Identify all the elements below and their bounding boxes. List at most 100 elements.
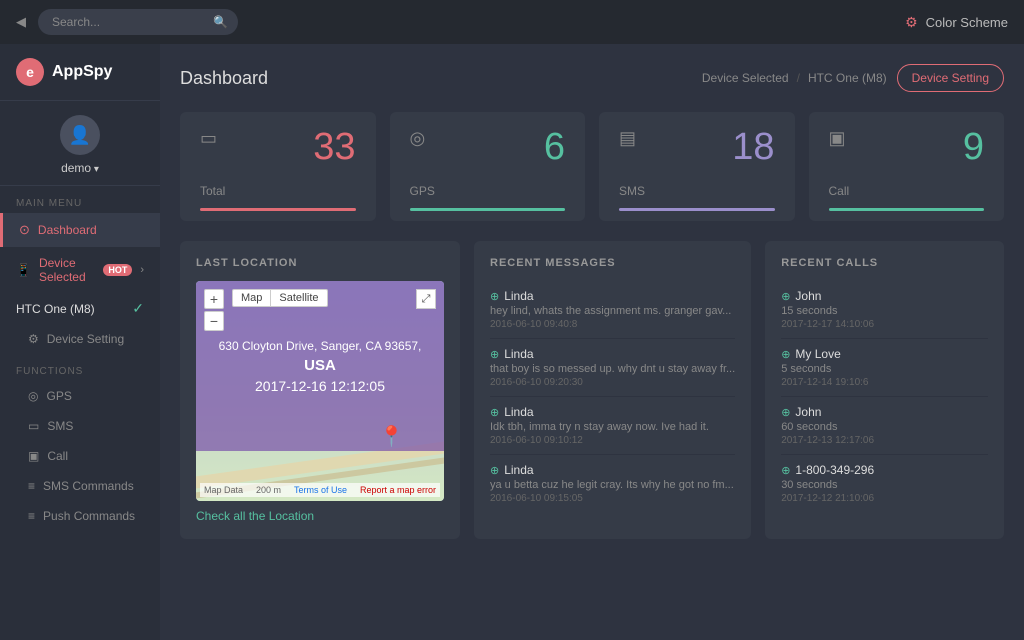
sidebar-push-commands-label: Push Commands [43, 509, 135, 523]
stat-total-value: 33 [313, 128, 355, 166]
map-fullscreen-button[interactable]: ⤢ [416, 289, 436, 309]
stat-call-label: Call [829, 184, 985, 198]
msg-sender-name-2: Linda [504, 405, 533, 419]
call-contact-icon-3: ⊕ [781, 464, 790, 477]
call-item-1: ⊕ My Love 5 seconds 2017-12-14 19:10:6 [781, 339, 988, 397]
map-datetime: 2017-12-16 12:12:05 [255, 378, 385, 394]
stat-gps-value: 6 [544, 128, 565, 166]
breadcrumb-device: Device Selected [702, 71, 789, 85]
stat-call-header: ▣ 9 [829, 128, 985, 166]
gps-stat-icon: ◎ [410, 128, 426, 149]
page-header: Dashboard Device Selected / HTC One (M8)… [180, 64, 1004, 92]
sidebar-logo: e AppSpy [0, 44, 160, 101]
sidebar-item-call[interactable]: ▣ Call [0, 441, 160, 471]
stat-total-bar [200, 208, 356, 211]
stat-sms-label: SMS [619, 184, 775, 198]
stat-sms-header: ▤ 18 [619, 128, 775, 166]
call-name-label-2: John [795, 405, 821, 419]
map-address: 630 Cloyton Drive, Sanger, CA 93657, [219, 339, 422, 353]
device-setting-button[interactable]: Device Setting [897, 64, 1004, 92]
back-icon[interactable]: ◀ [16, 14, 26, 30]
map-country: USA [304, 357, 336, 374]
push-commands-icon: ≡ [28, 509, 35, 523]
color-scheme-icon: ⚙ [905, 14, 918, 31]
terms-link[interactable]: Terms of Use [294, 485, 347, 495]
sidebar-item-device-setting[interactable]: ⚙ Device Setting [0, 324, 160, 354]
last-location-title: LAST LOCATION [196, 257, 444, 269]
stat-sms-value: 18 [732, 128, 774, 166]
page-title: Dashboard [180, 68, 268, 89]
map-type-map[interactable]: Map [233, 290, 271, 306]
call-duration-2: 60 seconds [781, 421, 988, 433]
call-time-2: 2017-12-13 12:17:06 [781, 435, 988, 446]
sidebar-gps-label: GPS [46, 389, 71, 403]
call-contact-icon-0: ⊕ [781, 290, 790, 303]
search-wrap: 🔍 [38, 9, 238, 35]
sidebar-sms-commands-label: SMS Commands [43, 479, 134, 493]
call-name-label-1: My Love [795, 347, 840, 361]
main-content: Dashboard Device Selected / HTC One (M8)… [160, 44, 1024, 640]
recent-calls-panel: RECENT CALLS ⊕ John 15 seconds 2017-12-1… [765, 241, 1004, 539]
hot-badge: HOT [103, 264, 132, 276]
sidebar-item-dashboard[interactable]: ⊙ Dashboard [0, 213, 160, 247]
search-input[interactable] [38, 9, 238, 35]
msg-text-0: hey lind, whats the assignment ms. grang… [490, 305, 735, 317]
zoom-out-button[interactable]: − [204, 311, 224, 331]
msg-text-3: ya u betta cuz he legit cray. Its why he… [490, 479, 735, 491]
contact-icon-2: ⊕ [490, 406, 499, 419]
message-item-1: ⊕ Linda that boy is so messed up. why dn… [490, 339, 735, 397]
msg-sender-name-1: Linda [504, 347, 533, 361]
call-item-2: ⊕ John 60 seconds 2017-12-13 12:17:06 [781, 397, 988, 455]
map-container: + − Map Satellite ⤢ 630 Cloyton Drive, S… [196, 281, 444, 501]
layout: e AppSpy 👤 demo MAIN MENU ⊙ Dashboard 📱 … [0, 44, 1024, 640]
msg-sender-0: ⊕ Linda [490, 289, 735, 303]
stat-sms-bar [619, 208, 775, 211]
stat-gps-bar [410, 208, 566, 211]
sidebar-device-selected-label: Device Selected [39, 256, 93, 284]
zoom-in-button[interactable]: + [204, 289, 224, 309]
call-name-label-0: John [795, 289, 821, 303]
contact-icon-3: ⊕ [490, 464, 499, 477]
msg-sender-name-3: Linda [504, 463, 533, 477]
sidebar-item-push-commands[interactable]: ≡ Push Commands [0, 501, 160, 531]
sms-commands-icon: ≡ [28, 479, 35, 493]
stat-sms: ▤ 18 SMS [599, 112, 795, 221]
map-type-satellite[interactable]: Satellite [271, 290, 326, 306]
stat-total-header: ▭ 33 [200, 128, 356, 166]
call-contact-icon-2: ⊕ [781, 406, 790, 419]
sidebar-call-label: Call [47, 449, 68, 463]
stat-call-bar [829, 208, 985, 211]
sidebar-item-device-name[interactable]: HTC One (M8) ✓ [0, 293, 160, 324]
username[interactable]: demo [61, 161, 99, 175]
call-stat-icon: ▣ [829, 128, 846, 149]
map-zoom-controls: + − [204, 289, 224, 331]
sidebar-item-sms[interactable]: ▭ SMS [0, 411, 160, 441]
call-duration-1: 5 seconds [781, 363, 988, 375]
sms-icon: ▭ [28, 419, 39, 433]
search-icon: 🔍 [213, 15, 228, 29]
gps-icon: ◎ [28, 389, 38, 403]
map-footer: Map Data 200 m Terms of Use Report a map… [200, 483, 440, 497]
message-item-2: ⊕ Linda Idk tbh, imma try n stay away no… [490, 397, 735, 455]
sidebar-item-gps[interactable]: ◎ GPS [0, 381, 160, 411]
call-time-3: 2017-12-12 21:10:06 [781, 493, 988, 504]
check-all-link[interactable]: Check all the Location [196, 509, 444, 523]
sidebar: e AppSpy 👤 demo MAIN MENU ⊙ Dashboard 📱 … [0, 44, 160, 640]
msg-sender-2: ⊕ Linda [490, 405, 735, 419]
sms-stat-icon: ▤ [619, 128, 636, 149]
map-scale: 200 m [256, 485, 281, 495]
color-scheme-control[interactable]: ⚙ Color Scheme [905, 14, 1008, 31]
recent-messages-title: RECENT MESSAGES [490, 257, 735, 269]
device-setting-icon: ⚙ [28, 332, 39, 346]
map-data-label: Map Data [204, 485, 243, 495]
call-duration-3: 30 seconds [781, 479, 988, 491]
msg-sender-name-0: Linda [504, 289, 533, 303]
report-link[interactable]: Report a map error [360, 485, 436, 495]
msg-sender-1: ⊕ Linda [490, 347, 735, 361]
sidebar-item-sms-commands[interactable]: ≡ SMS Commands [0, 471, 160, 501]
call-time-1: 2017-12-14 19:10:6 [781, 377, 988, 388]
stats-row: ▭ 33 Total ◎ 6 GPS ▤ 18 SMS [180, 112, 1004, 221]
app-name: AppSpy [52, 63, 112, 81]
sidebar-item-device-selected[interactable]: 📱 Device Selected HOT › [0, 247, 160, 293]
message-item-3: ⊕ Linda ya u betta cuz he legit cray. It… [490, 455, 735, 512]
